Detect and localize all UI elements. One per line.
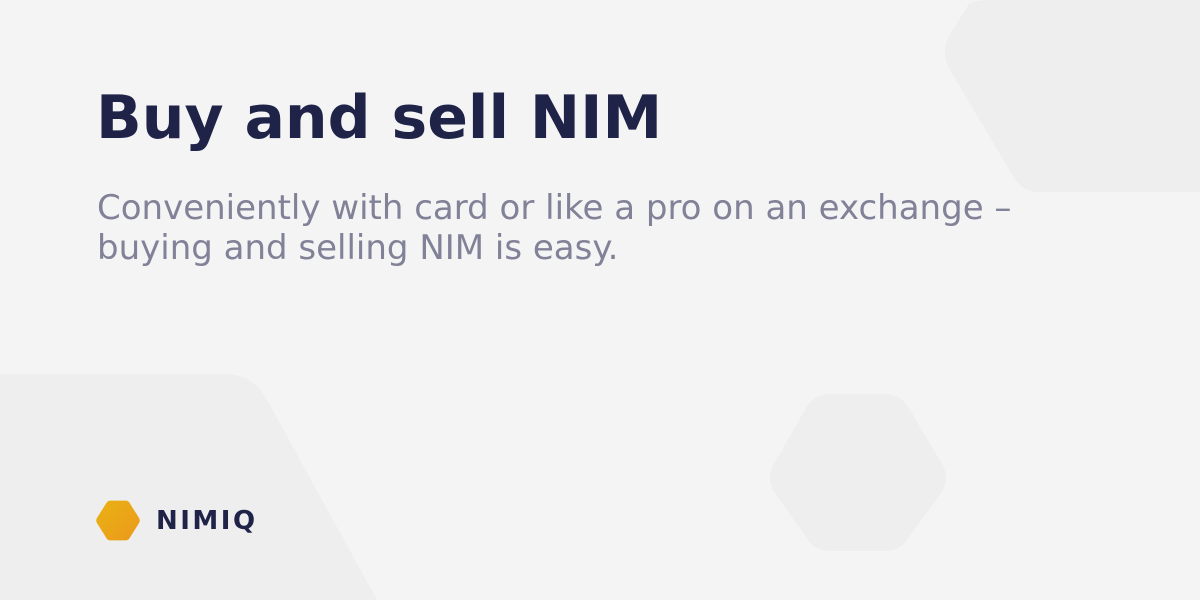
background-hexagon-bottom-left — [0, 374, 377, 600]
background-hexagon-top-right — [945, 0, 1200, 192]
brand: NIMIQ — [95, 500, 258, 541]
page-title: Buy and sell NIM — [96, 83, 663, 153]
background-hexagon-bottom-center — [770, 394, 946, 551]
nimiq-hexagon-logo-icon — [96, 500, 140, 541]
page-subtitle: Conveniently with card or like a pro on … — [97, 188, 1012, 268]
brand-name: NIMIQ — [156, 505, 258, 536]
social-preview-card: Buy and sell NIM Conveniently with card … — [0, 0, 1200, 600]
